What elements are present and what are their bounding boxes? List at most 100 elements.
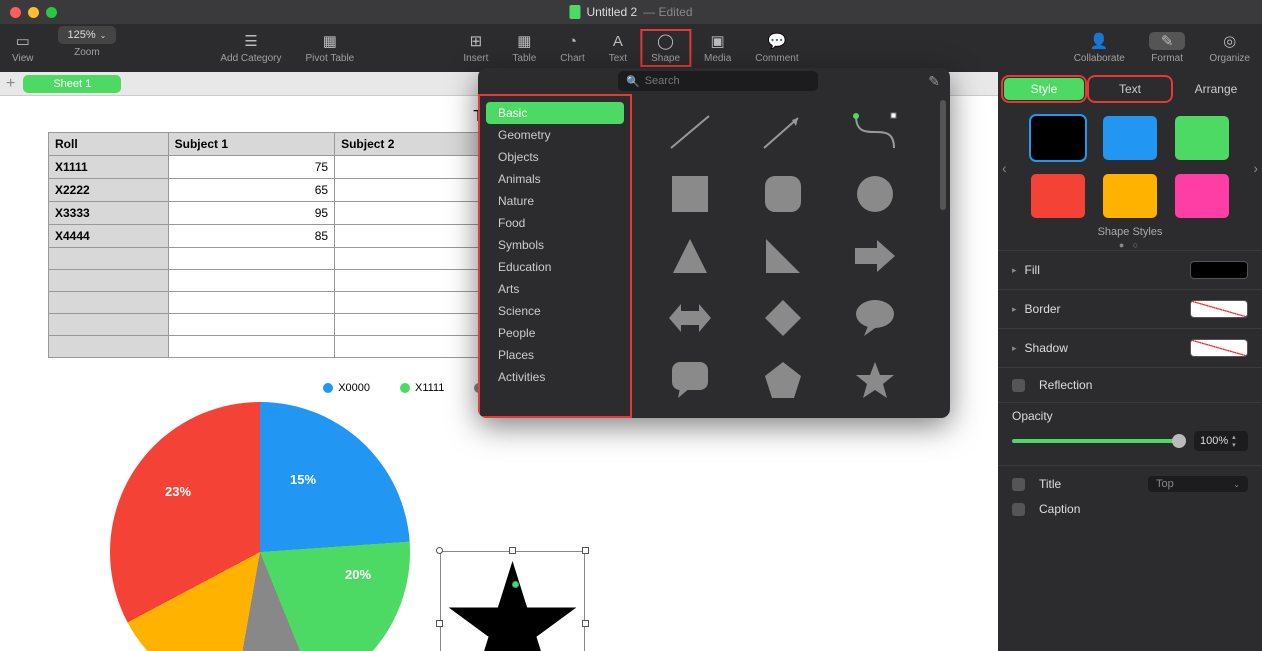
category-item[interactable]: Geometry xyxy=(486,124,624,146)
reflection-row[interactable]: Reflection xyxy=(998,367,1262,402)
organize-button[interactable]: ◎Organize xyxy=(1197,28,1262,68)
cell[interactable]: X4444 xyxy=(49,225,169,248)
add-sheet-button[interactable]: + xyxy=(6,75,15,93)
rotate-handle[interactable] xyxy=(512,581,519,588)
pie-chart[interactable]: 15% 20% 23% xyxy=(110,402,410,651)
shape-pentagon[interactable] xyxy=(755,356,811,404)
shape-triangle[interactable] xyxy=(662,232,718,280)
category-item[interactable]: Objects xyxy=(486,146,624,168)
border-swatch[interactable] xyxy=(1190,300,1248,318)
shape-curve[interactable] xyxy=(847,108,903,156)
title-row[interactable]: Title Top⌄ xyxy=(998,465,1262,502)
shape-diamond[interactable] xyxy=(755,294,811,342)
shape-rounded-square[interactable] xyxy=(755,170,811,218)
collaborate-button[interactable]: 👤Collaborate xyxy=(1062,28,1137,68)
category-item[interactable]: Nature xyxy=(486,190,624,212)
cell[interactable] xyxy=(49,248,169,270)
shape-arrow-right[interactable] xyxy=(847,232,903,280)
pager-left[interactable]: ‹ xyxy=(1002,160,1007,176)
cell[interactable] xyxy=(49,292,169,314)
shape-line[interactable] xyxy=(662,108,718,156)
title-checkbox[interactable] xyxy=(1012,478,1025,491)
cell[interactable] xyxy=(335,248,501,270)
shape-button[interactable]: ◯Shape xyxy=(639,28,692,68)
table-button[interactable]: ▦Table xyxy=(500,28,548,68)
cell[interactable]: 95 xyxy=(168,202,334,225)
slider-thumb[interactable] xyxy=(1172,434,1186,448)
cell[interactable] xyxy=(168,270,334,292)
cell[interactable] xyxy=(168,336,334,358)
shadow-row[interactable]: ▸ Shadow xyxy=(998,328,1262,367)
resize-handle[interactable] xyxy=(582,620,589,627)
category-item[interactable]: People xyxy=(486,322,624,344)
category-item[interactable]: Animals xyxy=(486,168,624,190)
style-swatch[interactable] xyxy=(1175,116,1229,160)
category-item[interactable]: Food xyxy=(486,212,624,234)
shape-speech-bubble[interactable] xyxy=(847,294,903,342)
insert-button[interactable]: ⊞Insert xyxy=(451,28,500,68)
opacity-value[interactable]: 100%▴▾ xyxy=(1194,431,1248,451)
cell[interactable]: 85 xyxy=(168,225,334,248)
cell[interactable] xyxy=(335,336,501,358)
cell[interactable]: 92 xyxy=(335,225,501,248)
resize-handle[interactable] xyxy=(582,547,589,554)
pivot-table-button[interactable]: ▦ Pivot Table xyxy=(294,24,367,72)
tab-style[interactable]: Style xyxy=(1004,78,1084,100)
border-row[interactable]: ▸ Border xyxy=(998,289,1262,328)
media-button[interactable]: ▣Media xyxy=(692,28,743,68)
window-minimize[interactable] xyxy=(28,7,39,18)
style-swatch[interactable] xyxy=(1031,116,1085,160)
tab-arrange[interactable]: Arrange xyxy=(1176,78,1256,100)
cell[interactable]: 75 xyxy=(168,156,334,179)
shape-square[interactable] xyxy=(662,170,718,218)
column-header[interactable]: Subject 2 xyxy=(335,133,501,156)
comment-button[interactable]: 💬Comment xyxy=(743,28,810,68)
style-swatch[interactable] xyxy=(1031,174,1085,218)
tab-text[interactable]: Text xyxy=(1090,78,1170,100)
cell[interactable] xyxy=(168,314,334,336)
column-header[interactable]: Subject 1 xyxy=(168,133,334,156)
category-item[interactable]: Education xyxy=(486,256,624,278)
cell[interactable] xyxy=(335,270,501,292)
format-button[interactable]: ✎Format xyxy=(1137,28,1198,68)
resize-handle[interactable] xyxy=(509,547,516,554)
cell[interactable] xyxy=(335,314,501,336)
opacity-slider[interactable] xyxy=(1012,439,1186,443)
sheet-tab[interactable]: Sheet 1 xyxy=(23,75,121,93)
zoom-button[interactable]: 125%⌄ Zoom xyxy=(46,24,129,72)
category-item[interactable]: Arts xyxy=(486,278,624,300)
shape-star[interactable] xyxy=(847,356,903,404)
title-position-select[interactable]: Top⌄ xyxy=(1148,476,1248,492)
category-item[interactable]: Science xyxy=(486,300,624,322)
cell[interactable] xyxy=(168,292,334,314)
shape-arrow-both[interactable] xyxy=(662,294,718,342)
caption-row[interactable]: Caption xyxy=(998,502,1262,526)
style-swatch[interactable] xyxy=(1103,116,1157,160)
add-category-button[interactable]: ☰ Add Category xyxy=(208,24,293,72)
text-button[interactable]: AText xyxy=(597,28,639,68)
cell[interactable]: 65 xyxy=(168,179,334,202)
pager-right[interactable]: › xyxy=(1253,160,1258,176)
category-item[interactable]: Activities xyxy=(486,366,624,388)
shape-right-triangle[interactable] xyxy=(755,232,811,280)
shape-callout-square[interactable] xyxy=(662,356,718,404)
cell[interactable] xyxy=(49,270,169,292)
cell[interactable] xyxy=(168,248,334,270)
shape-circle[interactable] xyxy=(847,170,903,218)
cell[interactable]: X1111 xyxy=(49,156,169,179)
style-swatch[interactable] xyxy=(1175,174,1229,218)
window-close[interactable] xyxy=(10,7,21,18)
shape-search-input[interactable]: 🔍 Search xyxy=(618,71,818,91)
cell[interactable] xyxy=(49,336,169,358)
window-zoom[interactable] xyxy=(46,7,57,18)
cell[interactable]: 85 xyxy=(335,156,501,179)
column-header[interactable]: Roll xyxy=(49,133,169,156)
cell[interactable]: X2222 xyxy=(49,179,169,202)
cell[interactable] xyxy=(49,314,169,336)
resize-handle[interactable] xyxy=(436,547,443,554)
cell[interactable]: 56 xyxy=(335,179,501,202)
selected-star-shape[interactable] xyxy=(440,551,585,651)
cell[interactable]: X3333 xyxy=(49,202,169,225)
chart-button[interactable]: ◔Chart xyxy=(548,28,596,68)
fill-swatch[interactable] xyxy=(1190,261,1248,279)
